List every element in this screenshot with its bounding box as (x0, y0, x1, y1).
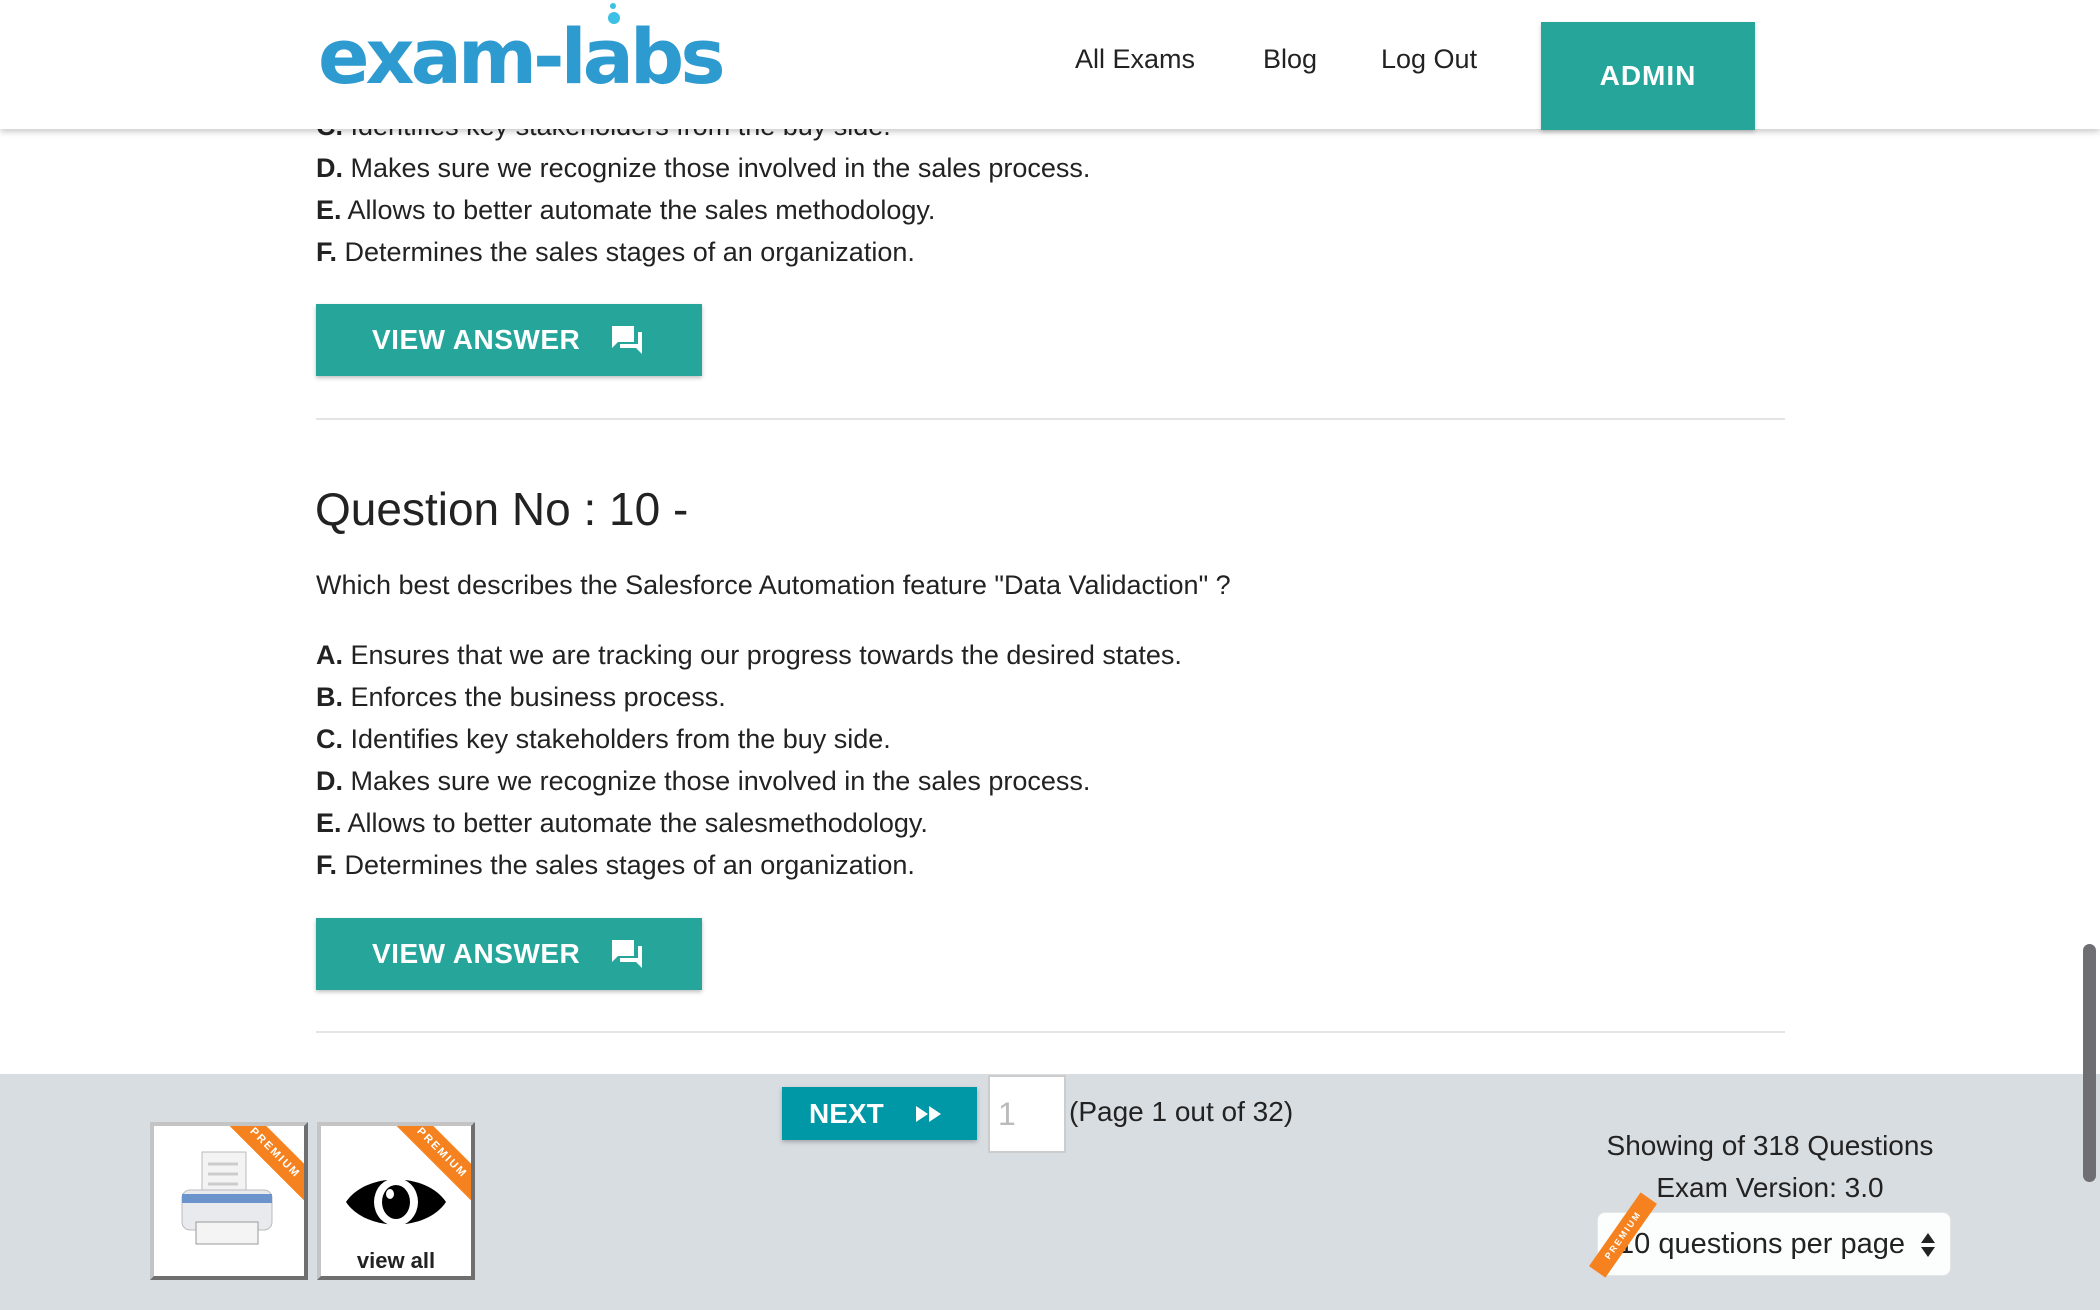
print-premium-button[interactable]: PREMIUM (150, 1122, 308, 1280)
question-title: Question No : 10 - (315, 483, 689, 535)
eye-icon (346, 1178, 446, 1226)
option-b: B. Enforces the business process. (316, 682, 726, 712)
site-header: exam-labs All Exams Blog Log Out ADMIN (0, 0, 2100, 130)
chat-icon (612, 326, 643, 354)
exam-version-text: Exam Version: 3.0 (1656, 1172, 1884, 1203)
select-arrows-icon (1921, 1233, 1935, 1257)
chat-icon (612, 940, 643, 968)
nav-blog[interactable]: Blog (1263, 44, 1317, 75)
next-button[interactable]: NEXT (782, 1087, 977, 1140)
page-count-text: (Page 1 out of 32) (1069, 1096, 1294, 1127)
view-all-label: view all (356, 1248, 436, 1273)
option-e: E. Allows to better automate the sales m… (316, 195, 936, 225)
showing-questions-text: Showing of 318 Questions (1606, 1130, 1934, 1161)
logo-bubble-icon (608, 12, 620, 24)
option-c: C. Identifies key stakeholders from the … (316, 724, 891, 754)
option-f: F. Determines the sales stages of an org… (316, 237, 915, 267)
logo-bubble-icon (610, 3, 616, 9)
scrollbar-thumb[interactable] (2083, 944, 2096, 1182)
admin-button[interactable]: ADMIN (1541, 22, 1755, 130)
option-d: D. Makes sure we recognize those involve… (316, 153, 1091, 183)
page-number-input[interactable] (988, 1075, 1066, 1153)
fast-forward-icon (915, 1105, 941, 1122)
pagination-footer: PREMIUM PREMIUM view all NEXT (Page 1 ou… (0, 1074, 2100, 1310)
nav-all-exams[interactable]: All Exams (1075, 44, 1195, 75)
view-all-premium-button[interactable]: PREMIUM view all (317, 1122, 475, 1280)
option-a: A. Ensures that we are tracking our prog… (316, 640, 1182, 670)
nav-log-out[interactable]: Log Out (1381, 44, 1477, 75)
exam-labs-logo[interactable]: exam-labs (318, 12, 726, 101)
option-f: F. Determines the sales stages of an org… (316, 850, 915, 880)
option-e: E. Allows to better automate the salesme… (316, 808, 928, 838)
questions-per-page-select[interactable]: PREMIUM 10 questions per page (1588, 1192, 1951, 1278)
option-d: D. Makes sure we recognize those involve… (316, 766, 1091, 796)
divider (316, 418, 1785, 420)
view-answer-button[interactable]: VIEW ANSWER (316, 918, 702, 990)
divider (316, 1031, 1785, 1033)
question-text: Which best describes the Salesforce Auto… (316, 570, 1231, 600)
view-answer-button[interactable]: VIEW ANSWER (316, 304, 702, 376)
